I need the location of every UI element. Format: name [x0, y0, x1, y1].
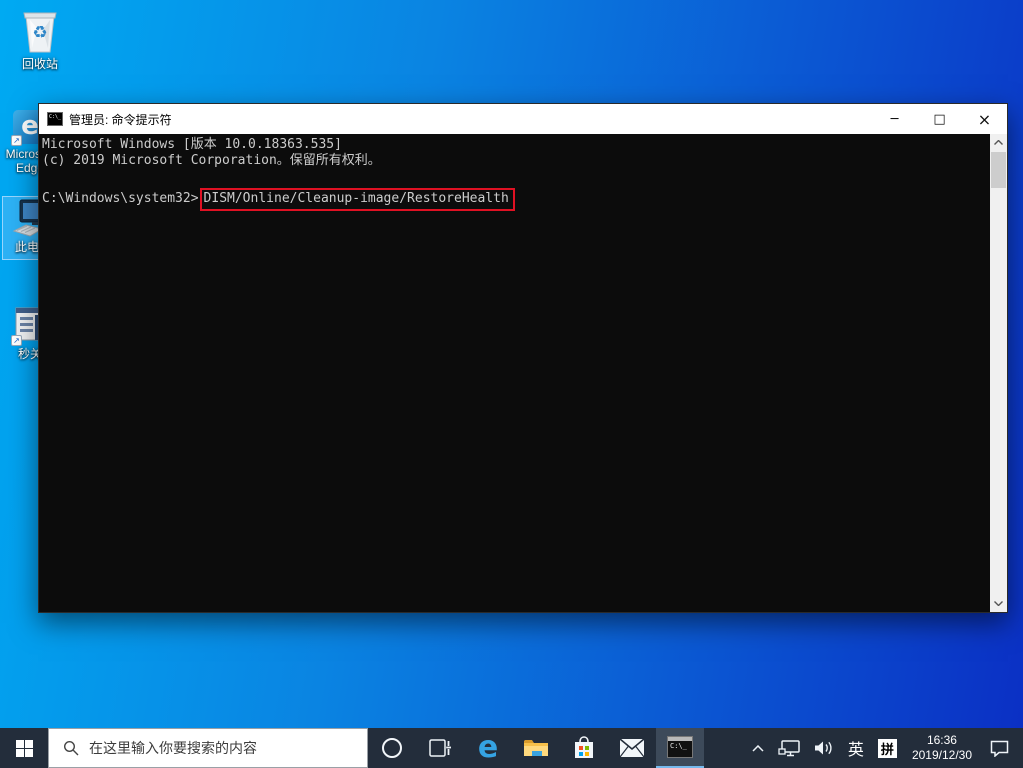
system-tray: 英 拼 16:36 2019/12/30 [745, 728, 1023, 768]
taskbar: e [0, 728, 1023, 768]
cmd-app-icon [47, 112, 63, 126]
action-center-button[interactable] [980, 728, 1023, 768]
desktop-icon-label: 回收站 [21, 57, 58, 71]
window-title: 管理员: 命令提示符 [69, 112, 172, 127]
microsoft-store-icon [573, 736, 595, 760]
scroll-up-icon[interactable] [990, 134, 1007, 151]
console-prompt-line: C:\Windows\system32> DISM/Online/Cleanup… [42, 184, 990, 214]
ime-mode-indicator[interactable]: 拼 [871, 728, 904, 768]
highlighted-command: DISM/Online/Cleanup-image/RestoreHealth [199, 187, 515, 211]
clock-date: 2019/12/30 [911, 748, 972, 762]
console-prompt: C:\Windows\system32> [42, 191, 199, 206]
scroll-down-icon[interactable] [990, 595, 1007, 612]
desktop-icon-recycle-bin[interactable]: ♻ 回收站 [7, 8, 73, 71]
mail-icon [619, 738, 645, 758]
console-scrollbar[interactable] [990, 134, 1007, 612]
ime-pinyin-icon: 拼 [877, 738, 897, 758]
taskbar-search[interactable] [48, 728, 368, 768]
cmd-icon [667, 736, 693, 758]
cmd-taskbar-button[interactable] [656, 728, 704, 768]
hidden-icons-chevron[interactable] [745, 728, 771, 768]
shortcut-arrow-icon: ↗ [11, 335, 22, 346]
console-output[interactable]: Microsoft Windows [版本 10.0.18363.535] (c… [39, 134, 990, 612]
cortana-button[interactable] [368, 728, 416, 768]
edge-icon: e [477, 730, 499, 765]
cmd-titlebar[interactable]: 管理员: 命令提示符 ─ □ × [39, 104, 1007, 134]
network-icon[interactable] [771, 728, 807, 768]
recycle-bin-icon: ♻ [20, 8, 60, 54]
edge-taskbar-button[interactable]: e [464, 728, 512, 768]
task-view-icon [429, 738, 451, 758]
clock[interactable]: 16:36 2019/12/30 [904, 728, 980, 768]
search-input[interactable] [89, 740, 367, 756]
minimize-button[interactable]: ─ [872, 104, 917, 134]
windows-logo-icon [15, 739, 33, 757]
shortcut-arrow-icon: ↗ [11, 135, 22, 146]
input-language-indicator[interactable]: 英 [841, 728, 871, 768]
action-center-icon [990, 740, 1009, 757]
microsoft-store-button[interactable] [560, 728, 608, 768]
start-button[interactable] [0, 728, 48, 768]
mail-button[interactable] [608, 728, 656, 768]
search-icon [63, 740, 79, 756]
svg-text:♻: ♻ [32, 23, 47, 43]
cmd-window: 管理员: 命令提示符 ─ □ × Microsoft Windows [版本 1… [38, 103, 1008, 613]
file-explorer-icon [523, 737, 549, 759]
file-explorer-button[interactable] [512, 728, 560, 768]
console-line-version: Microsoft Windows [版本 10.0.18363.535] [42, 137, 342, 152]
cortana-icon [382, 738, 402, 758]
maximize-button[interactable]: □ [917, 104, 962, 134]
clock-time: 16:36 [926, 733, 957, 747]
console-line-copyright: (c) 2019 Microsoft Corporation。保留所有权利。 [42, 153, 381, 168]
scrollbar-thumb[interactable] [991, 152, 1006, 188]
close-button[interactable]: × [962, 104, 1007, 134]
task-view-button[interactable] [416, 728, 464, 768]
volume-icon[interactable] [807, 728, 841, 768]
